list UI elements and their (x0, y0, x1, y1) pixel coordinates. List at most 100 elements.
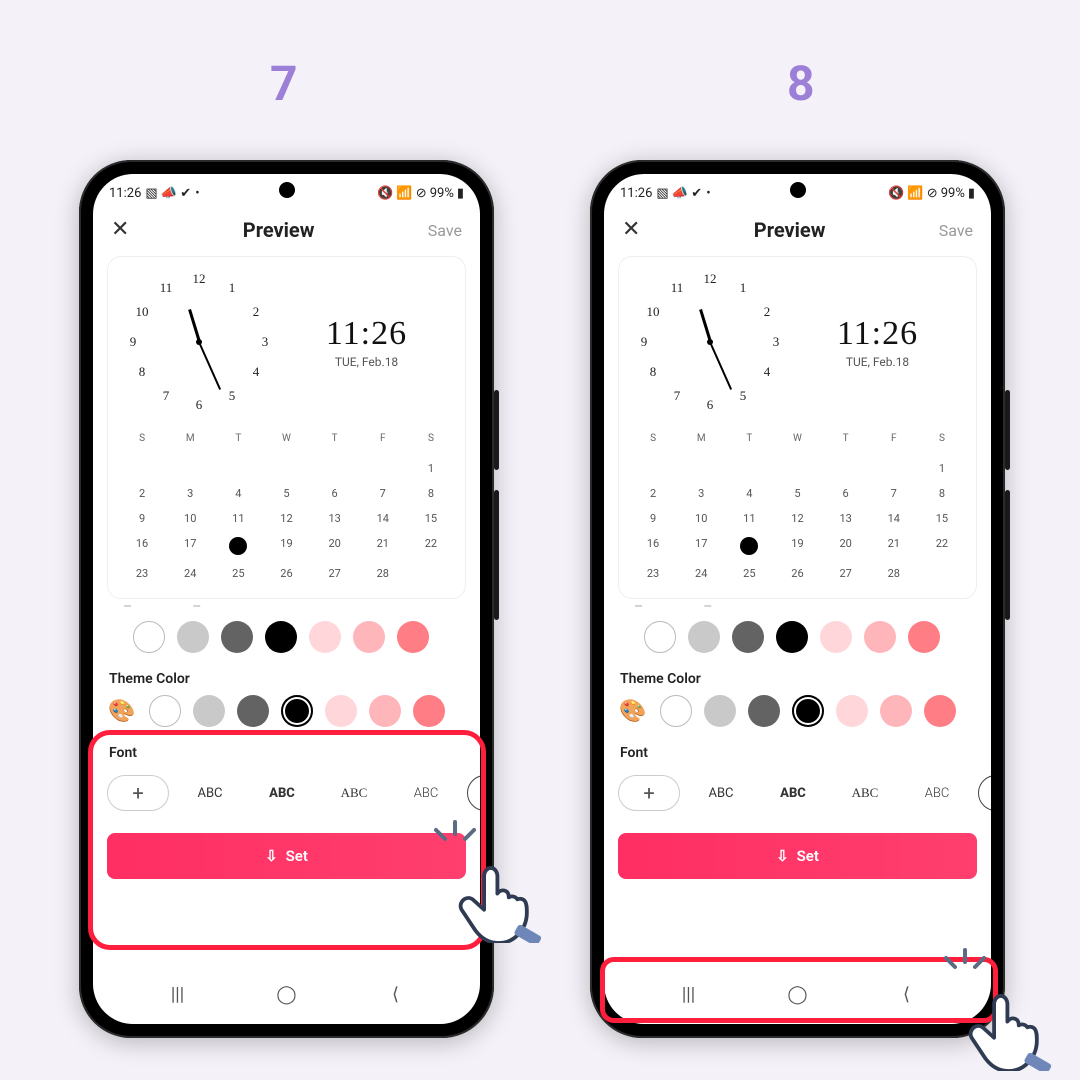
font-option[interactable]: ABC (978, 775, 991, 811)
step-number-8: 8 (787, 55, 815, 112)
color-swatch[interactable] (820, 621, 852, 653)
theme-color-label: Theme Color (620, 671, 975, 687)
color-swatch[interactable] (644, 621, 676, 653)
set-button[interactable]: ⇩ Set (618, 833, 977, 879)
palette-icon[interactable]: 🎨 (107, 696, 137, 726)
font-option[interactable]: ABC (834, 775, 896, 811)
color-swatch[interactable] (908, 621, 940, 653)
color-swatch[interactable] (660, 695, 692, 727)
font-option[interactable]: ABC (690, 775, 752, 811)
color-swatch[interactable] (325, 695, 357, 727)
camera-cutout (790, 182, 806, 198)
palette-icon[interactable]: 🎨 (618, 696, 648, 726)
color-swatch[interactable] (237, 695, 269, 727)
calendar-cell: 22 (918, 531, 966, 561)
calendar-cell: 26 (262, 561, 310, 586)
calendar-cell: . (214, 456, 262, 481)
save-button[interactable]: Save (428, 221, 462, 240)
calendar-cell: 11 (725, 506, 773, 531)
set-button[interactable]: ⇩ Set (107, 833, 466, 879)
add-font-button[interactable]: + (618, 775, 680, 811)
calendar-day-header: S (918, 427, 966, 450)
color-swatch[interactable] (221, 621, 253, 653)
nav-back[interactable]: ⟨ (895, 982, 919, 1006)
color-swatch[interactable] (193, 695, 225, 727)
nav-recents[interactable]: ||| (166, 982, 190, 1006)
color-swatch[interactable] (281, 695, 313, 727)
status-icons-left: ▧ 📣 ✔ (145, 187, 191, 200)
font-option[interactable]: ABC (323, 775, 385, 811)
calendar-preview: SMTWTFS ......12345678910111213141516171… (118, 427, 455, 586)
status-icons-right: 🔇 📶 ⊘ (888, 187, 938, 200)
font-option[interactable]: ABC (762, 775, 824, 811)
calendar-cell: 16 (118, 531, 166, 561)
status-dot: • (195, 187, 199, 200)
close-button[interactable]: ✕ (111, 219, 129, 241)
calendar-cell: . (407, 561, 455, 586)
calendar-cell: 17 (677, 531, 725, 561)
calendar-day-header: F (359, 427, 407, 450)
calendar-day-header: F (870, 427, 918, 450)
close-button[interactable]: ✕ (622, 219, 640, 241)
calendar-cell: 19 (773, 531, 821, 561)
font-option[interactable]: ABC (906, 775, 968, 811)
color-swatch[interactable] (149, 695, 181, 727)
calendar-cell: 19 (262, 531, 310, 561)
status-icons-left: ▧ 📣 ✔ (656, 187, 702, 200)
calendar-cell: 6 (311, 481, 359, 506)
calendar-cell: 8 (918, 481, 966, 506)
nav-back[interactable]: ⟨ (384, 982, 408, 1006)
color-swatch[interactable] (177, 621, 209, 653)
nav-home[interactable]: ◯ (275, 982, 299, 1006)
download-icon: ⇩ (265, 847, 278, 865)
calendar-cell: 4 (725, 481, 773, 506)
calendar-day-header: W (262, 427, 310, 450)
color-swatch[interactable] (924, 695, 956, 727)
status-icons-right: 🔇 📶 ⊘ (377, 187, 427, 200)
status-battery-pct: 99% (941, 186, 965, 201)
calendar-cell: 1 (407, 456, 455, 481)
calendar-cell: 17 (166, 531, 214, 561)
calendar-preview: SMTWTFS ......12345678910111213141516171… (629, 427, 966, 586)
color-swatch[interactable] (704, 695, 736, 727)
theme-color-swatches: 🎨 (107, 695, 466, 727)
calendar-day-header: T (311, 427, 359, 450)
nav-recents[interactable]: ||| (677, 982, 701, 1006)
calendar-cell: . (822, 456, 870, 481)
font-option[interactable]: ABC (251, 775, 313, 811)
calendar-cell: 24 (677, 561, 725, 586)
color-swatch[interactable] (353, 621, 385, 653)
color-swatch[interactable] (397, 621, 429, 653)
calendar-cell: 15 (407, 506, 455, 531)
background-color-swatches (618, 621, 977, 653)
camera-cutout (279, 182, 295, 198)
calendar-day-header: T (214, 427, 262, 450)
color-swatch[interactable] (748, 695, 780, 727)
color-swatch[interactable] (880, 695, 912, 727)
status-battery-pct: 99% (430, 186, 454, 201)
color-swatch[interactable] (792, 695, 824, 727)
color-swatch[interactable] (732, 621, 764, 653)
color-swatch[interactable] (309, 621, 341, 653)
color-swatch[interactable] (369, 695, 401, 727)
color-swatch[interactable] (836, 695, 868, 727)
calendar-cell: 23 (118, 561, 166, 586)
digital-time: 11:26 (795, 315, 960, 353)
color-swatch[interactable] (265, 621, 297, 653)
save-button[interactable]: Save (939, 221, 973, 240)
color-swatch[interactable] (133, 621, 165, 653)
font-option[interactable]: ABC (395, 775, 457, 811)
color-swatch[interactable] (413, 695, 445, 727)
font-options: +ABCABCABCABCABCABC (93, 771, 480, 811)
color-swatch[interactable] (864, 621, 896, 653)
status-time: 11:26 (620, 186, 652, 201)
font-option[interactable]: ABC (179, 775, 241, 811)
add-font-button[interactable]: + (107, 775, 169, 811)
calendar-cell: . (359, 456, 407, 481)
color-swatch[interactable] (688, 621, 720, 653)
color-swatch[interactable] (776, 621, 808, 653)
calendar-cell: . (725, 456, 773, 481)
calendar-day-header: T (725, 427, 773, 450)
font-option[interactable]: ABC (467, 775, 480, 811)
nav-home[interactable]: ◯ (786, 982, 810, 1006)
